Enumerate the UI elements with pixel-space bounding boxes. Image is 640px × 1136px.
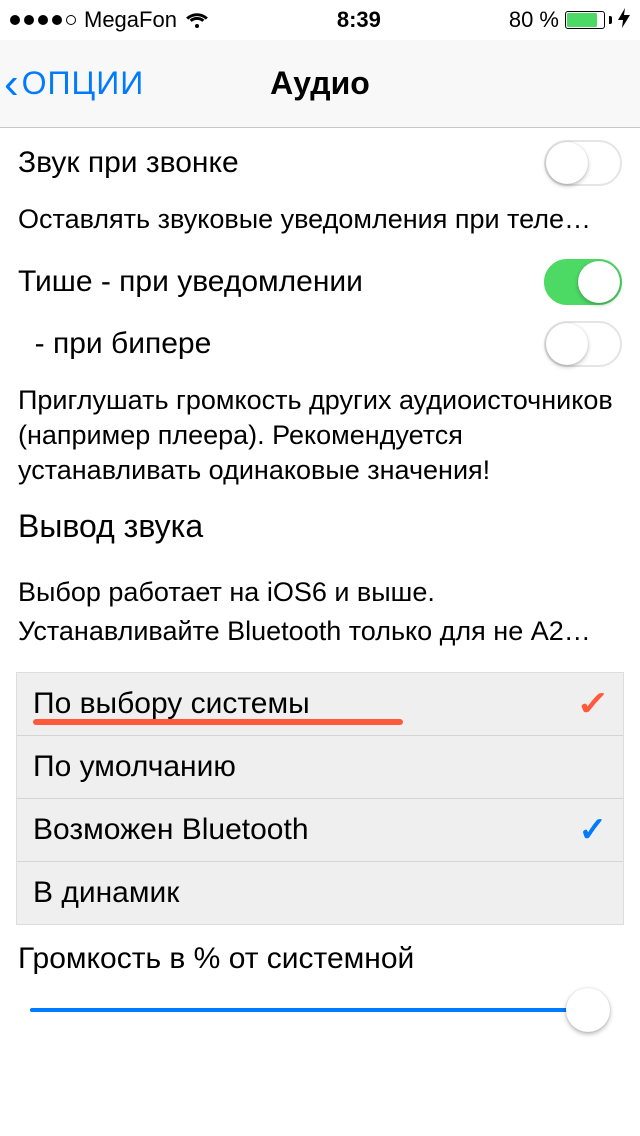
back-button[interactable]: ‹ ОПЦИИ bbox=[0, 62, 144, 106]
output-option-system[interactable]: По выбору системы ✓ bbox=[17, 673, 623, 736]
quieter-description: Приглушать громкость других аудиоисточни… bbox=[0, 379, 640, 498]
output-description-1: Выбор работает на iOS6 и выше. bbox=[0, 571, 640, 610]
ring-sound-description: Оставлять звуковые уведомления при теле… bbox=[0, 198, 640, 247]
carrier-label: MegaFon bbox=[84, 7, 177, 33]
checkmark-icon: ✓ bbox=[579, 813, 608, 847]
output-option-speaker[interactable]: В динамик bbox=[17, 862, 623, 924]
status-bar: MegaFon 8:39 80 % bbox=[0, 0, 640, 40]
quieter-notify-switch[interactable] bbox=[544, 259, 622, 305]
navigation-bar: ‹ ОПЦИИ Аудио bbox=[0, 40, 640, 128]
volume-slider[interactable] bbox=[0, 988, 640, 1012]
volume-section-title: Громкость в % от системной bbox=[0, 935, 640, 988]
output-description-2: Устанавливайте Bluetooth только для не A… bbox=[0, 610, 640, 659]
quieter-beep-label: - при бипере bbox=[18, 327, 544, 361]
battery-percent: 80 % bbox=[509, 7, 559, 33]
ring-sound-switch[interactable] bbox=[544, 140, 622, 186]
wifi-icon bbox=[185, 11, 209, 29]
slider-thumb[interactable] bbox=[566, 988, 610, 1032]
signal-strength-icon bbox=[10, 15, 76, 25]
quieter-beep-row: - при бипере bbox=[0, 317, 640, 379]
output-option-default[interactable]: По умолчанию bbox=[17, 736, 623, 799]
output-option-bluetooth[interactable]: Возможен Bluetooth ✓ bbox=[17, 799, 623, 862]
chevron-left-icon: ‹ bbox=[4, 62, 20, 106]
battery-icon bbox=[565, 11, 612, 29]
output-option-label: В динамик bbox=[33, 876, 179, 910]
output-option-label: По выбору системы bbox=[33, 687, 310, 721]
charging-icon bbox=[618, 8, 630, 33]
ring-sound-row: Звук при звонке bbox=[0, 128, 640, 198]
output-option-label: Возможен Bluetooth bbox=[33, 813, 309, 847]
annotation-underline bbox=[33, 719, 403, 725]
output-option-label: По умолчанию bbox=[33, 750, 236, 784]
back-label: ОПЦИИ bbox=[22, 65, 145, 102]
quieter-notify-label: Тише - при уведомлении bbox=[18, 265, 544, 299]
output-section-title: Вывод звука bbox=[0, 498, 640, 551]
ring-sound-label: Звук при звонке bbox=[18, 146, 544, 180]
output-options-list: По выбору системы ✓ По умолчанию Возможе… bbox=[16, 672, 624, 925]
quieter-notify-row: Тише - при уведомлении bbox=[0, 247, 640, 317]
clock: 8:39 bbox=[337, 7, 381, 33]
checkmark-icon: ✓ bbox=[576, 687, 610, 721]
quieter-beep-switch[interactable] bbox=[544, 321, 622, 367]
